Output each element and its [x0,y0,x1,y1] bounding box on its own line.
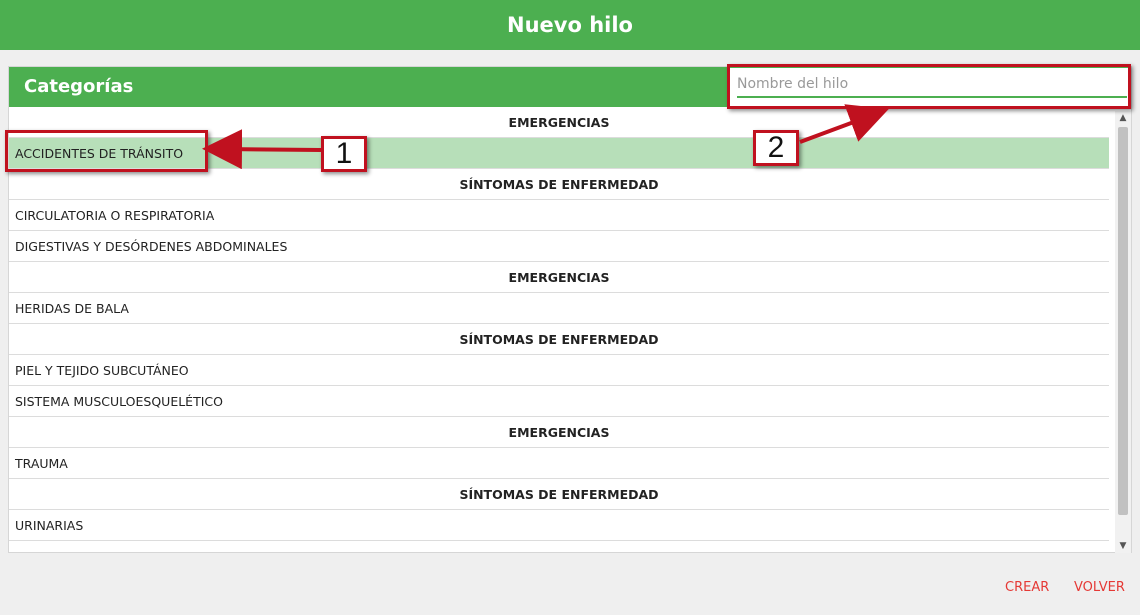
annotation-arrow-2 [799,104,889,144]
back-button[interactable]: VOLVER [1074,580,1125,595]
create-button[interactable]: CREAR [1005,580,1049,595]
annotation-arrow-1 [202,129,322,170]
annotation-arrows [202,104,889,170]
